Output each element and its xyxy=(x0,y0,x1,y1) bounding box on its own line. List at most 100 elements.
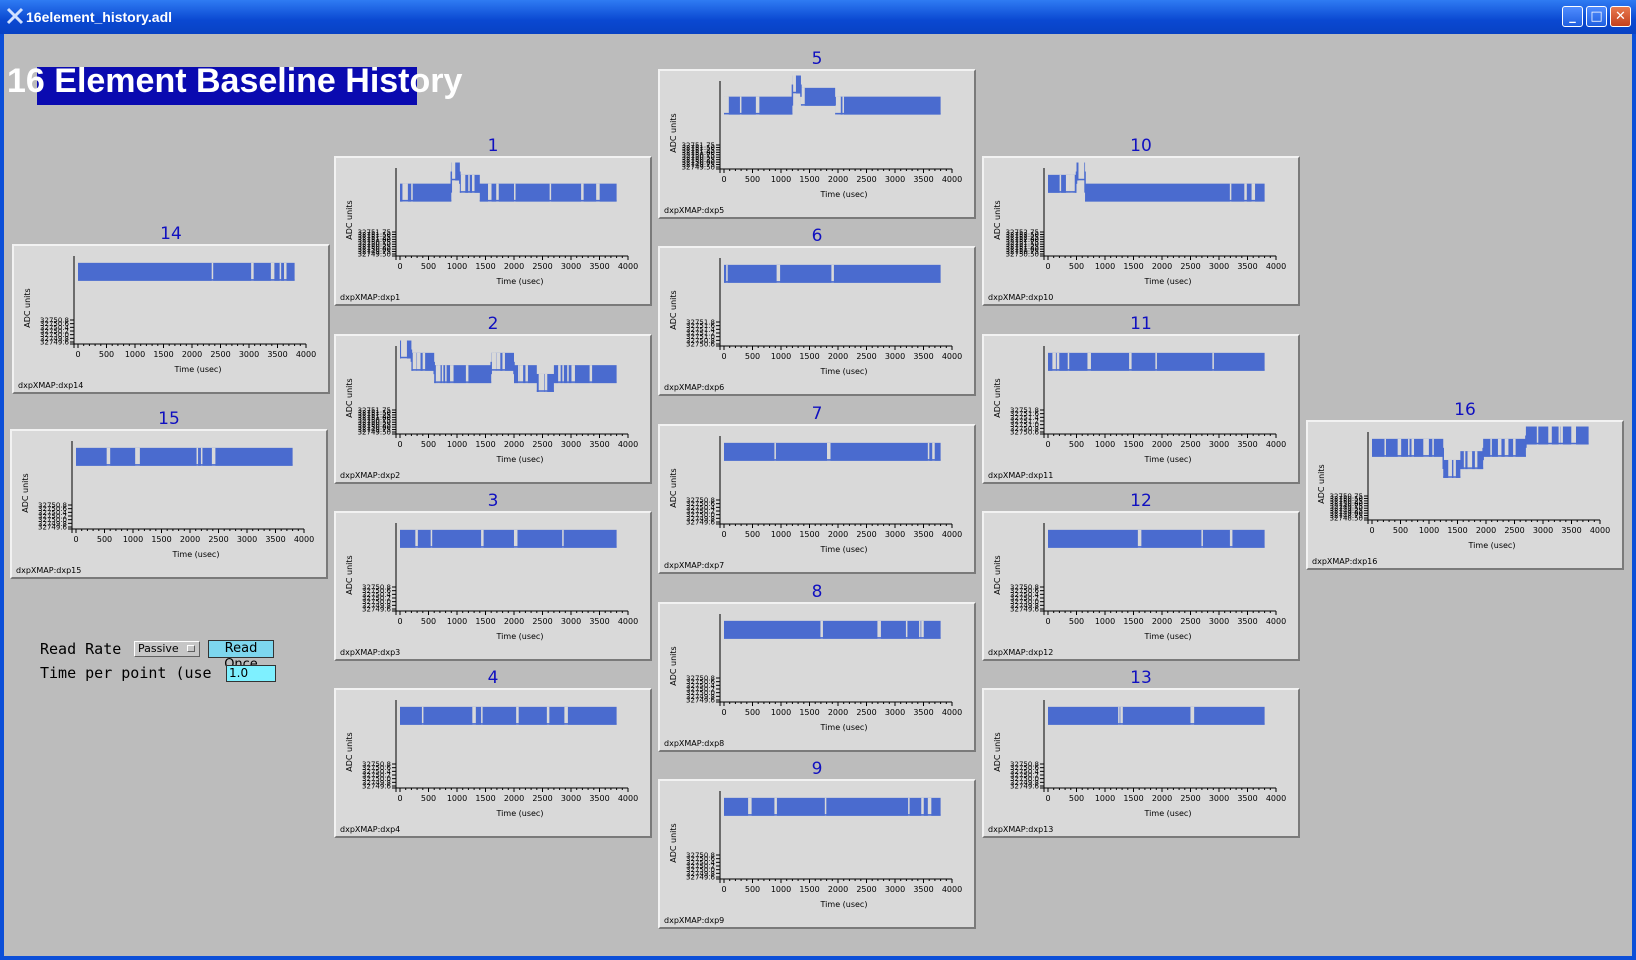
chart-svg-13: 0 500 1000 1500 2000 2500 3000 3500 400032750.83… xyxy=(988,700,1286,834)
y-tick-label: 32749.6 xyxy=(686,697,715,705)
strip-chart-1: 0 500 1000 1500 2000 2500 3000 3500 4000 32751.75… xyxy=(334,156,652,306)
x-tick-label: 2000 xyxy=(828,530,848,539)
x-tick-label: 3000 xyxy=(561,262,581,271)
x-tick-label: 2500 xyxy=(208,535,228,544)
chart-svg-16: 0 500 1000 1500 2000 2500 3000 3500 400032750.75… xyxy=(1312,426,1610,566)
trace-band xyxy=(1048,706,1265,725)
plot-title-12: 12 xyxy=(1130,491,1152,511)
trace-band xyxy=(400,529,617,548)
trace-13 xyxy=(1048,706,1265,725)
x-tick-label: 500 xyxy=(99,350,114,359)
y-axis-label: ADC units xyxy=(345,378,354,417)
x-tick-label: 1000 xyxy=(771,175,791,184)
plot-title-7: 7 xyxy=(811,404,823,424)
x-axis-label: Time (usec) xyxy=(820,900,868,909)
plot-title-6: 6 xyxy=(811,226,823,246)
trace-gap xyxy=(927,797,932,816)
channel-name: dxpXMAP:dxp11 xyxy=(988,471,1053,480)
trace-gap xyxy=(726,264,728,283)
x-tick-label: 1000 xyxy=(1095,262,1115,271)
trace-gap xyxy=(1505,438,1509,457)
x-tick-label: 3000 xyxy=(885,708,905,717)
x-axis-label: Time (usec) xyxy=(820,723,868,732)
title-bar[interactable]: 16element_history.adl _ □ ✕ xyxy=(0,0,1636,34)
trace-gap xyxy=(544,373,548,392)
maximize-button[interactable]: □ xyxy=(1586,6,1607,27)
trace-gap xyxy=(540,373,545,392)
y-axis-label: ADC units xyxy=(1317,464,1326,503)
trace-gap xyxy=(1448,459,1452,478)
x-tick-label: 2500 xyxy=(1504,526,1524,535)
x-tick-label: 500 xyxy=(421,262,436,271)
trace-gap xyxy=(571,365,575,384)
trace-gap xyxy=(921,620,924,639)
page-title: 16 Element Baseline History xyxy=(7,62,463,100)
strip-chart-16: 0 500 1000 1500 2000 2500 3000 3500 4000 32750.75… xyxy=(1306,420,1624,570)
trace-band xyxy=(78,262,295,281)
trace-gap xyxy=(567,365,569,384)
x-tick-label: 2000 xyxy=(504,440,524,449)
x-tick-label: 2000 xyxy=(1152,440,1172,449)
trace-gap xyxy=(251,262,254,281)
y-tick-label: 32749.6 xyxy=(40,339,69,347)
trace-band xyxy=(724,442,941,461)
trace-gap xyxy=(137,447,140,466)
trace-gap xyxy=(1118,706,1120,725)
trace-gap xyxy=(1474,451,1478,470)
trace-band xyxy=(835,96,941,115)
trace-gap xyxy=(774,442,776,461)
y-axis-label: ADC units xyxy=(993,200,1002,239)
x-tick-label: 1500 xyxy=(1123,440,1143,449)
x-axis-label: Time (usec) xyxy=(820,545,868,554)
x-tick-label: 4000 xyxy=(942,885,962,894)
trace-gap xyxy=(200,447,203,466)
trace-gap xyxy=(106,447,111,466)
plot-title-16: 16 xyxy=(1454,400,1476,420)
x-tick-label: 0 xyxy=(397,794,402,803)
trace-gap xyxy=(581,183,584,202)
close-button[interactable]: ✕ xyxy=(1610,6,1631,27)
trace-gap xyxy=(1513,438,1516,457)
trace-gap xyxy=(1067,352,1070,371)
trace-gap xyxy=(1490,438,1492,457)
trace-gap xyxy=(1397,438,1402,457)
minimize-button[interactable]: _ xyxy=(1562,6,1583,27)
x-tick-label: 2000 xyxy=(1152,262,1172,271)
trace-gap xyxy=(755,96,760,115)
read-once-button[interactable]: Read Once xyxy=(208,640,274,672)
trace-gap xyxy=(422,352,426,371)
plot-title-14: 14 xyxy=(160,224,182,244)
x-tick-label: 500 xyxy=(421,794,436,803)
x-tick-label: 1000 xyxy=(123,535,143,544)
x-axis-label: Time (usec) xyxy=(496,455,544,464)
x-tick-label: 2000 xyxy=(504,794,524,803)
trace-gap xyxy=(748,797,752,816)
x-tick-label: 1500 xyxy=(475,617,495,626)
trace-6 xyxy=(724,264,941,283)
trace-gap xyxy=(502,352,505,371)
chart-svg-8: 0 500 1000 1500 2000 2500 3000 3500 400032750.83… xyxy=(664,614,962,748)
x-tick-label: 2500 xyxy=(532,440,552,449)
x-tick-label: 0 xyxy=(1045,794,1050,803)
trace-gap xyxy=(1497,438,1502,457)
x-tick-label: 1500 xyxy=(475,262,495,271)
x-tick-label: 3000 xyxy=(885,530,905,539)
strip-chart-9: 0 500 1000 1500 2000 2500 3000 3500 4000 32750.8 3… xyxy=(658,779,976,929)
read-rate-menu[interactable]: Passive xyxy=(134,641,200,657)
chart-svg-1: 0 500 1000 1500 2000 2500 3000 3500 400032751.75… xyxy=(340,162,638,302)
y-tick-label: 32750.6 xyxy=(686,341,715,349)
y-tick-label: 32749.6 xyxy=(38,524,67,532)
y-axis-label: ADC units xyxy=(345,732,354,771)
strip-chart-3: 0 500 1000 1500 2000 2500 3000 3500 4000 32750.8 3… xyxy=(334,511,652,661)
x-tick-label: 500 xyxy=(1069,794,1084,803)
time-per-point-input[interactable]: 1.0 xyxy=(226,665,276,682)
trace-band xyxy=(1085,183,1265,202)
chart-svg-14: 0 500 1000 1500 2000 2500 3000 3500 400032750.83… xyxy=(18,256,316,390)
x-tick-label: 0 xyxy=(721,708,726,717)
trace-gap xyxy=(1201,529,1203,548)
x-tick-label: 500 xyxy=(745,175,760,184)
trace-gap xyxy=(921,797,924,816)
trace-gap xyxy=(496,183,499,202)
trace-gap xyxy=(516,706,519,725)
trace-gap xyxy=(831,264,834,283)
